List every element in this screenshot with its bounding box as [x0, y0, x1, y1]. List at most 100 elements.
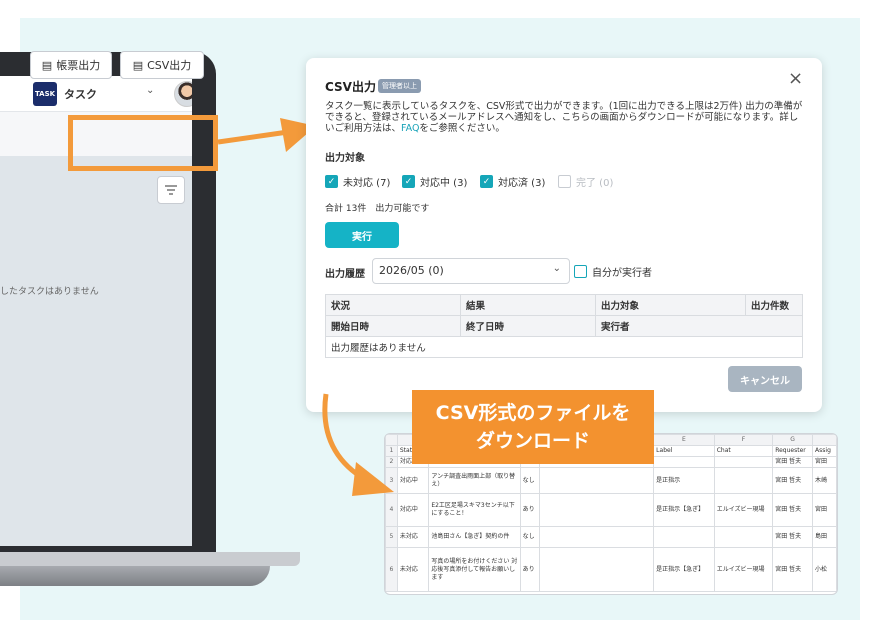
sheet-cell: 是正指示	[653, 467, 715, 494]
sheet-cell: 池島田さん【急ぎ】契約の件	[428, 526, 521, 548]
checkbox-empty	[558, 175, 571, 188]
sheet-cell: エルイズビー現場	[713, 547, 774, 592]
sheet-cell	[539, 526, 655, 548]
avatar[interactable]	[174, 81, 192, 107]
csv-export-label: CSV出力	[147, 59, 192, 72]
history-table: 状況 結果 出力対象 出力件数 開始日時 終了日時 実行者 出力履歴はありません	[325, 294, 803, 358]
self-executor-checkbox[interactable]: 自分が実行者	[574, 264, 652, 279]
laptop-base	[0, 552, 300, 566]
sheet-cell: 宮田 哲夫	[772, 456, 814, 468]
sheet-cell: 小松	[812, 547, 837, 592]
sheet-cell: 宮田	[812, 456, 837, 468]
sheet-column-header: E	[653, 434, 715, 446]
table-header: 結果	[460, 294, 596, 316]
checkbox-empty	[574, 265, 587, 278]
sheet-cell: 宮田 哲夫	[772, 526, 814, 548]
sheet-cell	[653, 526, 715, 548]
checkbox-label: 対応中 (3)	[420, 178, 468, 189]
sheet-cell: E2工区足場スキマ3センチ以下にすること！	[428, 493, 521, 527]
sheet-cell: あり	[519, 547, 541, 592]
sheet-cell: 是正指示【急ぎ】	[653, 547, 715, 592]
checkbox-label: 未対応 (7)	[343, 178, 391, 189]
highlight-box	[68, 115, 218, 171]
sheet-row: 6 未対応 写真の場所をお付けください 対応後写真添付して報告お願いします あり 是正指…	[385, 547, 837, 592]
app-logo: TASK	[33, 82, 57, 106]
callout-line-2: ダウンロード	[475, 430, 590, 452]
sheet-cell: Assig	[812, 445, 837, 457]
sheet-cell	[653, 456, 715, 468]
sheet-row: 5 未対応 池島田さん【急ぎ】契約の件 なし 宮田 哲夫 島田	[385, 526, 837, 548]
checkbox-label: 完了 (0)	[576, 178, 614, 189]
table-header: 出力件数	[745, 294, 803, 316]
sheet-cell: なし	[519, 467, 541, 494]
table-header: 実行者	[595, 315, 803, 337]
close-icon[interactable]: ×	[788, 68, 803, 89]
sheet-row-number: 6	[385, 547, 398, 592]
history-month-select[interactable]: 2026/05 (0) ⌄	[372, 258, 570, 284]
sheet-cell: 宮田 哲夫	[772, 547, 814, 592]
sheet-cell	[539, 467, 655, 494]
sheet-cell: 未対応	[396, 526, 430, 548]
admin-badge: 管理者以上	[378, 79, 421, 93]
csv-file-icon: ▤	[132, 58, 144, 72]
faq-link[interactable]: FAQ	[401, 123, 419, 134]
checkbox-in-progress[interactable]: ✓ 対応中 (3)	[402, 174, 467, 189]
sheet-cell	[713, 467, 774, 494]
csv-export-button[interactable]: ▤ CSV出力	[120, 51, 204, 79]
sheet-row-number: 5	[385, 526, 398, 548]
table-header-row: 状況 結果 出力対象 出力件数	[325, 294, 803, 316]
ledger-export-label: 帳票出力	[56, 59, 101, 72]
checkmark-icon: ✓	[325, 175, 338, 188]
table-header: 状況	[325, 294, 461, 316]
checkbox-label: 対応済 (3)	[498, 178, 546, 189]
app-title: タスク	[64, 88, 97, 101]
sheet-cell: Label	[653, 445, 715, 457]
chevron-down-icon: ⌄	[552, 263, 561, 274]
checkmark-icon: ✓	[402, 175, 415, 188]
sheet-column-header: G	[772, 434, 814, 446]
dialog-title: CSV出力	[325, 80, 376, 94]
sheet-cell: 木崎	[812, 467, 837, 494]
total-count-text: 合計 13件 出力可能です	[325, 204, 430, 214]
sheet-row: 4 対応中 E2工区足場スキマ3センチ以下にすること！ あり 是正指示【急ぎ】 エルイズビ…	[385, 493, 837, 527]
sheet-cell: 是正指示【急ぎ】	[653, 493, 715, 527]
sheet-cell: アンチ調査出雨面上部（取り替え）	[428, 467, 521, 494]
curved-arrow-icon	[322, 393, 394, 496]
self-executor-label: 自分が実行者	[592, 268, 652, 279]
checkbox-completed[interactable]: 完了 (0)	[558, 174, 613, 189]
sheet-cell: 島田	[812, 526, 837, 548]
checkbox-handled[interactable]: ✓ 対応済 (3)	[480, 174, 545, 189]
cancel-button[interactable]: キャンセル	[728, 366, 802, 392]
run-button[interactable]: 実行	[325, 222, 399, 248]
download-callout: CSV形式のファイルを ダウンロード	[412, 390, 654, 464]
filter-button[interactable]	[157, 176, 185, 204]
empty-task-message: したタスクはありません	[0, 287, 99, 297]
dialog-description: タスク一覧に表示しているタスクを、CSV形式で出力ができます。(1回に出力できる…	[325, 101, 805, 134]
sheet-cell: 写真の場所をお付けください 対応後写真添付して報告お願いします	[428, 547, 521, 592]
sheet-cell	[713, 526, 774, 548]
sheet-column-header: F	[713, 434, 774, 446]
callout-line-1: CSV形式のファイルを	[435, 402, 631, 424]
description-text: タスク一覧に表示しているタスクを、CSV形式で出力ができます。(1回に出力できる…	[325, 101, 803, 134]
empty-history-message: 出力履歴はありません	[325, 336, 803, 358]
table-header-row: 開始日時 終了日時 実行者	[325, 315, 803, 337]
app-header: TASK タスク ⌄	[0, 76, 192, 112]
checkmark-icon: ✓	[480, 175, 493, 188]
sheet-cell: エルイズビー現場	[713, 493, 774, 527]
checkbox-unhandled[interactable]: ✓ 未対応 (7)	[325, 174, 390, 189]
history-label: 出力履歴	[325, 269, 365, 280]
sheet-cell: なし	[519, 526, 541, 548]
description-suffix: をご参照ください。	[419, 123, 505, 134]
chevron-down-icon[interactable]: ⌄	[146, 85, 154, 96]
document-icon: ▤	[41, 58, 53, 72]
sheet-cell: Chat	[713, 445, 774, 457]
sheet-column-header	[812, 434, 837, 446]
sheet-cell: 未対応	[396, 547, 430, 592]
ledger-export-button[interactable]: ▤ 帳票出力	[30, 51, 112, 79]
history-select-value: 2026/05 (0)	[379, 264, 444, 277]
sheet-cell: あり	[519, 493, 541, 527]
sheet-cell: Requester	[772, 445, 814, 457]
table-header: 開始日時	[325, 315, 461, 337]
sheet-cell	[539, 493, 655, 527]
sheet-cell: 宮田 哲夫	[772, 493, 814, 527]
